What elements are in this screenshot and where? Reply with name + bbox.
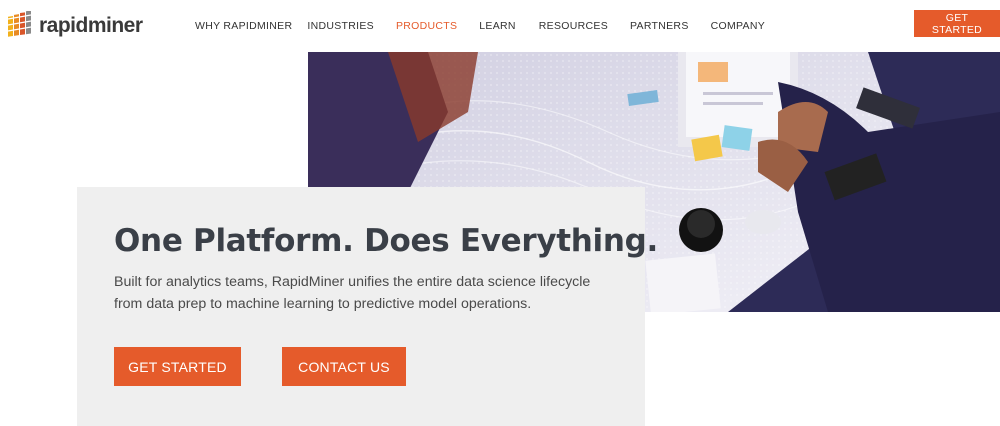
contact-us-button[interactable]: CONTACT US (282, 347, 406, 386)
nav-item-industries[interactable]: INDUSTRIES (307, 20, 374, 32)
hero-headline: One Platform. Does Everything. (114, 223, 659, 259)
rapidminer-logo-icon (7, 11, 32, 37)
logo-text: rapidminer (39, 14, 143, 37)
nav-item-products[interactable]: PRODUCTS (396, 20, 457, 32)
nav-item-learn[interactable]: LEARN (479, 20, 516, 32)
nav-item-company[interactable]: COMPANY (711, 20, 765, 32)
nav-item-partners[interactable]: PARTNERS (630, 20, 689, 32)
hero-description: Built for analytics teams, RapidMiner un… (114, 274, 591, 312)
hero-card: One Platform. Does Everything. Built for… (77, 187, 658, 426)
get-started-button[interactable]: GET STARTED (114, 347, 241, 386)
nav-item-resources[interactable]: RESOURCES (539, 20, 608, 32)
main-nav: WHY RAPIDMINER INDUSTRIES PRODUCTS LEARN… (195, 0, 765, 52)
header-get-started-button[interactable]: GET STARTED (914, 10, 1000, 37)
logo[interactable]: rapidminer (6, 10, 143, 42)
site-header: rapidminer WHY RAPIDMINER INDUSTRIES PRO… (0, 0, 1000, 52)
nav-item-why-rapidminer[interactable]: WHY RAPIDMINER (195, 20, 292, 32)
